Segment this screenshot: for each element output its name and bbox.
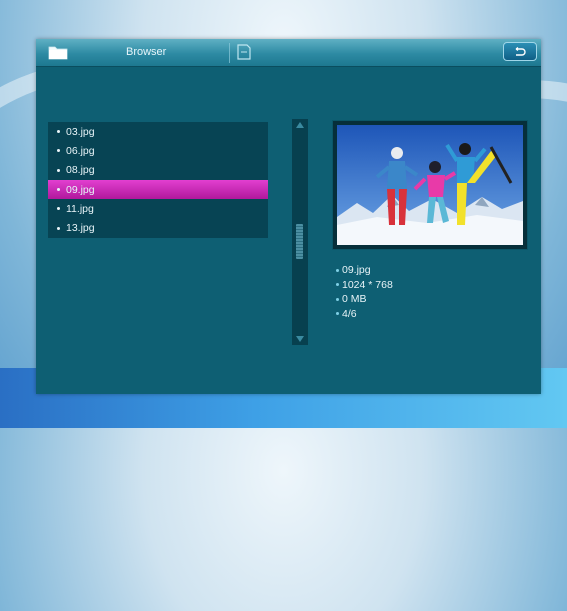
memory-card-icon[interactable] bbox=[237, 44, 251, 60]
bullet bbox=[57, 207, 60, 211]
bullet bbox=[57, 188, 60, 192]
file-item-selected[interactable]: 09.jpg bbox=[48, 179, 268, 200]
scrollbar[interactable] bbox=[292, 119, 308, 345]
bullet bbox=[57, 130, 60, 134]
file-info: 09.jpg 1024 * 768 0 MB 4/6 bbox=[336, 263, 393, 321]
bullet bbox=[57, 226, 60, 230]
bullet bbox=[336, 312, 339, 316]
file-item[interactable]: 08.jpg bbox=[48, 161, 268, 180]
file-list: 03.jpg 06.jpg 08.jpg 09.jpg 11.jpg 13.jp… bbox=[48, 122, 268, 238]
file-item[interactable]: 03.jpg bbox=[48, 122, 268, 141]
file-item[interactable]: 11.jpg bbox=[48, 199, 268, 218]
file-name: 03.jpg bbox=[66, 125, 95, 138]
info-size-value: 0 MB bbox=[342, 293, 367, 306]
info-resolution-value: 1024 * 768 bbox=[342, 278, 393, 291]
image-preview bbox=[332, 120, 528, 250]
info-filename: 09.jpg bbox=[336, 263, 393, 278]
title-bar: Browser bbox=[36, 39, 541, 67]
file-item[interactable]: 13.jpg bbox=[48, 218, 268, 237]
scroll-down-arrow-icon[interactable] bbox=[296, 336, 304, 342]
bullet bbox=[336, 283, 339, 287]
preview-photo bbox=[337, 125, 523, 245]
bullet bbox=[336, 268, 339, 272]
bullet bbox=[57, 149, 60, 153]
folder-icon[interactable] bbox=[48, 44, 68, 60]
return-icon bbox=[515, 46, 526, 56]
file-name: 08.jpg bbox=[66, 164, 95, 177]
file-name: 09.jpg bbox=[66, 183, 95, 196]
file-name: 11.jpg bbox=[66, 202, 94, 215]
file-item[interactable]: 06.jpg bbox=[48, 141, 268, 160]
browser-window: Browser 03.jpg 06.jpg 08.jpg 09.jpg 11.j… bbox=[36, 39, 541, 394]
info-position-value: 4/6 bbox=[342, 307, 357, 320]
file-name: 06.jpg bbox=[66, 144, 95, 157]
scrollbar-thumb[interactable] bbox=[296, 224, 303, 259]
back-button[interactable] bbox=[503, 42, 537, 61]
info-filename-value: 09.jpg bbox=[342, 264, 371, 277]
file-name: 13.jpg bbox=[66, 222, 95, 235]
window-title: Browser bbox=[126, 46, 167, 58]
title-separator bbox=[229, 43, 230, 63]
bullet bbox=[336, 297, 339, 301]
info-position: 4/6 bbox=[336, 307, 393, 322]
bullet bbox=[57, 168, 60, 172]
info-resolution: 1024 * 768 bbox=[336, 278, 393, 293]
info-size: 0 MB bbox=[336, 292, 393, 307]
scroll-up-arrow-icon[interactable] bbox=[296, 122, 304, 128]
